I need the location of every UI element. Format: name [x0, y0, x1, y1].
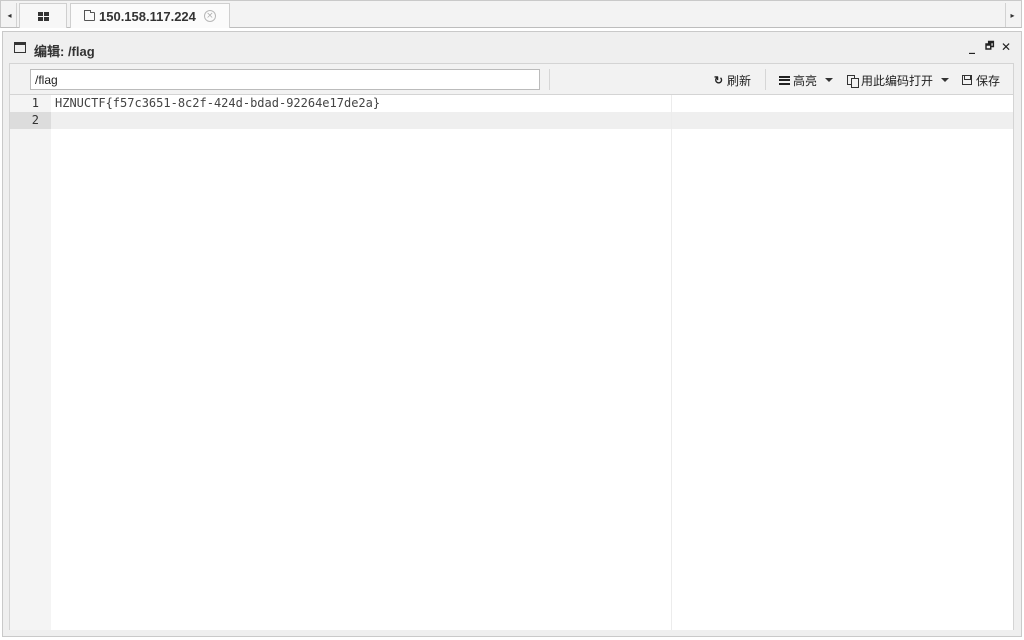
- window-title: 编辑: /flag: [34, 44, 95, 59]
- window-header: 编辑: /flag _ 🗗 ✕: [3, 32, 1021, 64]
- scroll-left-button[interactable]: ◂: [3, 3, 17, 27]
- highlight-dropdown[interactable]: 高亮: [779, 71, 834, 89]
- encoding-label: 用此编码打开: [861, 73, 934, 88]
- scroll-right-button[interactable]: ▸: [1005, 3, 1019, 27]
- print-margin: [671, 95, 672, 630]
- line-number: 2: [31, 113, 39, 127]
- toolbar-separator: [549, 69, 550, 90]
- chevron-down-icon: [941, 78, 950, 82]
- close-button[interactable]: ✕: [1001, 40, 1011, 54]
- code-editor[interactable]: 1 HZNUCTF{f57c3651-8c2f-424d-bdad-92264e…: [9, 95, 1014, 630]
- save-icon: [962, 75, 972, 85]
- tab-bar: ◂ 150.158.117.224 × ▸: [0, 0, 1022, 28]
- tab-close-icon[interactable]: ×: [203, 10, 216, 22]
- refresh-button[interactable]: ↻ 刷新: [713, 71, 751, 89]
- line-number-gutter: [10, 95, 51, 630]
- line-text[interactable]: HZNUCTF{f57c3651-8c2f-424d-bdad-92264e17…: [55, 95, 380, 112]
- code-line[interactable]: 1 HZNUCTF{f57c3651-8c2f-424d-bdad-92264e…: [10, 95, 1013, 112]
- tab-home[interactable]: [19, 3, 67, 28]
- highlight-label: 高亮: [793, 73, 818, 88]
- encoding-dropdown[interactable]: 用此编码打开: [847, 71, 950, 89]
- tab-host-label: 150.158.117.224: [99, 8, 196, 24]
- grid-icon: [37, 11, 49, 21]
- restore-button[interactable]: 🗗: [985, 40, 994, 54]
- tab-host[interactable]: 150.158.117.224 ×: [70, 3, 230, 28]
- editor-toolbar: ↻ 刷新 高亮 用此编码打开 保存: [9, 63, 1014, 95]
- minimize-button[interactable]: _: [969, 40, 975, 54]
- toolbar-separator: [765, 69, 766, 90]
- refresh-label: 刷新: [727, 73, 752, 88]
- window-icon: [14, 42, 26, 53]
- chevron-down-icon: [825, 78, 834, 82]
- folder-icon: [84, 9, 95, 21]
- save-button[interactable]: 保存: [962, 71, 1000, 89]
- path-input[interactable]: [30, 69, 540, 90]
- list-icon: [779, 75, 790, 85]
- save-label: 保存: [976, 73, 1001, 88]
- refresh-icon: ↻: [713, 74, 724, 87]
- line-number: 1: [31, 96, 39, 110]
- copy-icon: [847, 74, 859, 88]
- code-line[interactable]: 2: [10, 112, 1013, 129]
